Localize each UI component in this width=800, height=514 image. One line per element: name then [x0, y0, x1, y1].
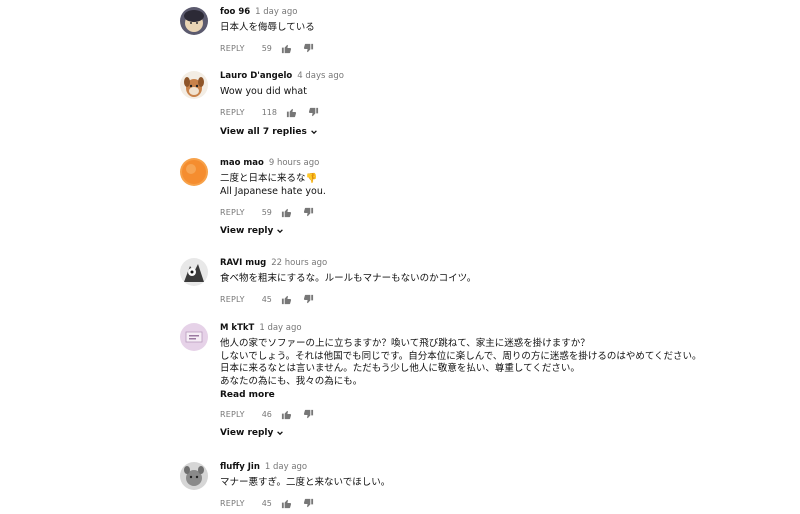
comment-text-line: All Japanese hate you. [220, 185, 326, 197]
comment-text: 食べ物を粗末にするな。ルールもマナーもないのかコイツ。 [220, 273, 760, 286]
like-count: 46 [261, 409, 272, 419]
avatar[interactable] [180, 71, 208, 99]
view-replies-button[interactable]: View reply [220, 428, 760, 438]
comment-author[interactable]: fluffy Jin [220, 462, 260, 472]
read-more-link[interactable]: Read more [220, 389, 760, 401]
thumbs-up-icon[interactable] [281, 498, 292, 509]
comment-text-line: 日本人を侮辱している [220, 22, 315, 33]
view-replies-button[interactable]: View all 7 replies [220, 127, 760, 137]
reply-button[interactable]: REPLY [220, 44, 245, 53]
thumbs-up-icon[interactable] [281, 43, 292, 54]
comment-meta: Lauro D'angelo 4 days ago [220, 71, 760, 82]
comment-body: fluffy Jin 1 day ago マナー悪すぎ。二度と来ないでほしい。 R… [220, 462, 760, 510]
comment-meta: RAVI mug 22 hours ago [220, 258, 760, 269]
avatar[interactable] [180, 158, 208, 186]
thumbs-down-icon[interactable] [308, 107, 319, 118]
comment-body: foo 96 1 day ago 日本人を侮辱している REPLY 59 [220, 7, 760, 55]
comment-meta: M kTkT 1 day ago [220, 323, 760, 334]
like-count: 45 [261, 295, 272, 304]
comment-text-line: あなたの為にも、我々の為にも。 [220, 375, 363, 387]
chevron-down-icon [276, 429, 284, 437]
comment-actions: REPLY 45 [220, 294, 760, 306]
reply-button[interactable]: REPLY [220, 410, 245, 419]
avatar[interactable] [180, 7, 208, 35]
reply-button[interactable]: REPLY [220, 499, 245, 508]
comment-author[interactable]: RAVI mug [220, 258, 266, 268]
comment-text-line: 二度と日本に来るな👎 [220, 173, 318, 184]
thumbs-up-icon[interactable] [286, 107, 297, 118]
comment-meta: fluffy Jin 1 day ago [220, 462, 760, 473]
like-count: 59 [261, 44, 272, 53]
reply-button[interactable]: REPLY [220, 208, 245, 217]
comment-text-line: 他人の家でソファーの上に立ちますか？喚いて飛び跳ねて、家主に迷惑を掛けますか？ [220, 338, 590, 349]
comment-time[interactable]: 22 hours ago [271, 258, 327, 268]
like-count: 45 [261, 499, 272, 508]
comment-time[interactable]: 9 hours ago [269, 158, 320, 168]
thumbs-down-icon[interactable] [303, 498, 314, 509]
comment-body: mao mao 9 hours ago 二度と日本に来るな👎 All Japane… [220, 158, 760, 236]
comment-author[interactable]: Lauro D'angelo [220, 71, 292, 81]
comment-text: Wow you did what [220, 86, 760, 99]
thumbs-down-icon[interactable] [303, 409, 314, 420]
comment-actions: REPLY 59 [220, 206, 760, 218]
comment-text: 日本人を侮辱している [220, 22, 760, 35]
comment-actions: REPLY 45 [220, 498, 760, 510]
thumbs-up-icon[interactable] [281, 409, 292, 420]
comment-time[interactable]: 1 day ago [255, 7, 297, 17]
view-replies-label: View reply [220, 428, 274, 438]
reply-button[interactable]: REPLY [220, 108, 245, 117]
comment-time[interactable]: 4 days ago [297, 71, 344, 81]
comment-text-line: しないでしょう。それは他国でも同じです。自分本位に楽しんで、周りの方に迷惑を掛け… [220, 350, 702, 362]
comment-time[interactable]: 1 day ago [259, 323, 301, 333]
thumbs-down-icon[interactable] [303, 43, 314, 54]
comment-time[interactable]: 1 day ago [265, 462, 307, 472]
comment-actions: REPLY 59 [220, 43, 760, 55]
comment-body: RAVI mug 22 hours ago 食べ物を粗末にするな。ルールもマナーも… [220, 258, 760, 306]
comment-actions: REPLY 118 [220, 107, 760, 119]
comment-author[interactable]: foo 96 [220, 7, 250, 17]
like-count: 118 [261, 108, 277, 117]
comment-actions: REPLY 46 [220, 408, 760, 420]
thumbs-down-icon[interactable] [303, 294, 314, 305]
avatar[interactable] [180, 462, 208, 490]
comment-text-line: マナー悪すぎ。二度と来ないでほしい。 [220, 477, 391, 488]
comment-author[interactable]: mao mao [220, 158, 264, 168]
chevron-down-icon [276, 227, 284, 235]
avatar[interactable] [180, 258, 208, 286]
comment-body: M kTkT 1 day ago 他人の家でソファーの上に立ちますか？喚いて飛び跳… [220, 323, 760, 438]
comment-text: 二度と日本に来るな👎 All Japanese hate you. [220, 173, 760, 198]
comment-text-line: Wow you did what [220, 86, 307, 97]
comment-meta: mao mao 9 hours ago [220, 158, 760, 169]
view-replies-label: View reply [220, 226, 274, 236]
view-replies-label: View all 7 replies [220, 126, 307, 137]
comment-body: Lauro D'angelo 4 days ago Wow you did wha… [220, 71, 760, 137]
thumbs-up-icon[interactable] [281, 207, 292, 218]
thumbs-up-icon[interactable] [281, 294, 292, 305]
comment-text-line: 日本に来るなとは言いません。ただもう少し他人に敬意を払い、尊重してください。 [220, 363, 580, 374]
comment-text-line: 食べ物を粗末にするな。ルールもマナーもないのかコイツ。 [220, 273, 477, 284]
reply-button[interactable]: REPLY [220, 295, 245, 304]
chevron-down-icon [310, 128, 318, 136]
thumbs-down-icon[interactable] [303, 207, 314, 218]
comment-text: マナー悪すぎ。二度と来ないでほしい。 [220, 477, 760, 490]
avatar[interactable] [180, 323, 208, 351]
like-count: 59 [261, 207, 272, 217]
comment-text: 他人の家でソファーの上に立ちますか？喚いて飛び跳ねて、家主に迷惑を掛けますか？ … [220, 338, 760, 388]
comment-author[interactable]: M kTkT [220, 323, 254, 333]
comment-meta: foo 96 1 day ago [220, 7, 760, 18]
view-replies-button[interactable]: View reply [220, 226, 760, 236]
